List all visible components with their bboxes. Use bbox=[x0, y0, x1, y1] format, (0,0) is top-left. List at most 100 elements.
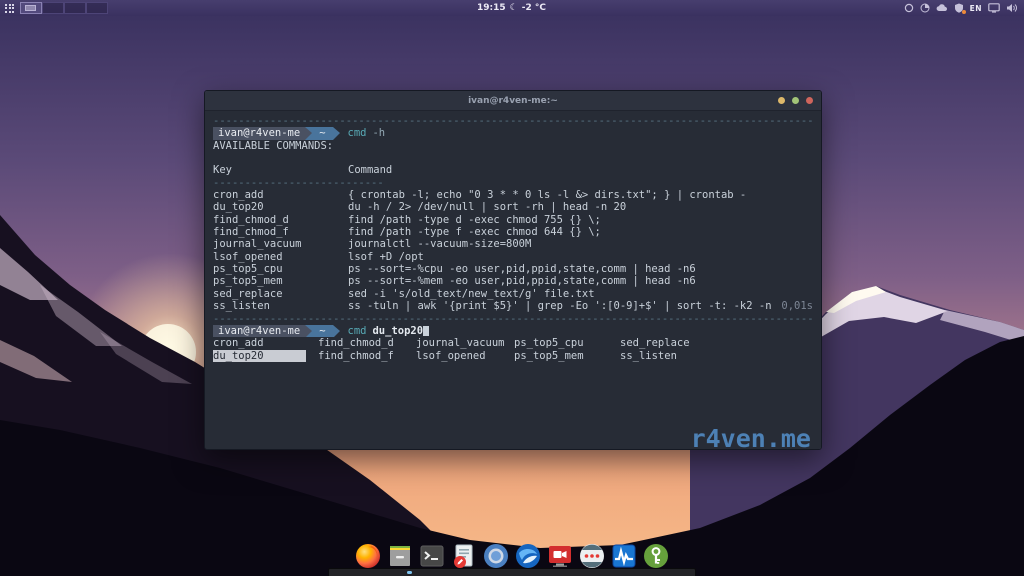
weather-temperature[interactable]: -2 °C bbox=[522, 3, 546, 13]
system-monitor-icon[interactable] bbox=[611, 543, 637, 569]
powerline-arrow-icon bbox=[305, 325, 312, 337]
workspace-1[interactable] bbox=[20, 2, 42, 14]
row-command: journalctl --vacuum-size=800M bbox=[348, 238, 531, 250]
applications-menu-icon[interactable] bbox=[5, 4, 14, 13]
command-arg-typed: du_top20 bbox=[372, 325, 423, 337]
firefox-icon[interactable] bbox=[355, 543, 381, 569]
file-manager-icon[interactable] bbox=[387, 543, 413, 569]
command-name: cmd bbox=[348, 127, 367, 139]
row-command: find /path -type d -exec chmod 755 {} \; bbox=[348, 214, 601, 226]
completion-item-selected[interactable]: du_top20 bbox=[213, 350, 306, 362]
powerline-arrow-icon bbox=[305, 127, 312, 139]
chromium-icon[interactable] bbox=[483, 543, 509, 569]
row-command: ps --sort=-%cpu -eo user,pid,ppid,state,… bbox=[348, 263, 696, 275]
table-row: journal_vacuumjournalctl --vacuum-size=8… bbox=[213, 238, 813, 250]
row-key: sed_replace bbox=[213, 288, 348, 300]
minimize-button[interactable] bbox=[778, 97, 785, 104]
row-key: du_top20 bbox=[213, 201, 348, 213]
command-header: Command bbox=[348, 164, 392, 176]
close-button[interactable] bbox=[806, 97, 813, 104]
completion-item[interactable]: ps_top5_cpu bbox=[514, 337, 620, 349]
dock bbox=[0, 536, 1024, 576]
terminal-content[interactable]: ----------------------------------------… bbox=[205, 111, 821, 450]
dock-shelf bbox=[328, 568, 696, 576]
keyboard-layout-indicator[interactable]: EN bbox=[970, 4, 982, 13]
prompt-path: ~ bbox=[312, 325, 332, 337]
powerline-arrow-icon bbox=[333, 325, 340, 337]
table-row: lsof_openedlsof +D /opt bbox=[213, 251, 813, 263]
security-icon[interactable] bbox=[954, 3, 964, 13]
completion-item[interactable]: find_chmod_d bbox=[318, 337, 416, 349]
row-command: find /path -type f -exec chmod 644 {} \; bbox=[348, 226, 601, 238]
row-key: ps_top5_cpu bbox=[213, 263, 348, 275]
workspace-3[interactable] bbox=[64, 2, 86, 14]
row-key: cron_add bbox=[213, 189, 348, 201]
completion-item[interactable]: lsof_opened bbox=[416, 350, 514, 362]
terminal-window: ivan@r4ven-me:~ ------------------------… bbox=[204, 90, 822, 450]
clock-widget[interactable]: 19:15 ☾ -2 °C bbox=[477, 3, 546, 13]
blank-line bbox=[213, 152, 813, 164]
prompt-path: ~ bbox=[312, 127, 332, 139]
maximize-button[interactable] bbox=[792, 97, 799, 104]
command-arg: -h bbox=[372, 127, 385, 139]
text-cursor bbox=[423, 326, 429, 336]
cloud-sync-icon[interactable] bbox=[936, 3, 948, 13]
prompt-line-2[interactable]: ivan@r4ven-me ~ cmd du_top20 bbox=[213, 325, 813, 337]
output-header: AVAILABLE COMMANDS: bbox=[213, 140, 813, 152]
row-key: ps_top5_mem bbox=[213, 275, 348, 287]
updates-icon[interactable] bbox=[904, 3, 914, 13]
workspace-4[interactable] bbox=[86, 2, 108, 14]
system-tray: EN bbox=[546, 3, 1024, 13]
row-command: sed -i 's/old_text/new_text/g' file.txt bbox=[348, 288, 595, 300]
terminal-app-icon[interactable] bbox=[419, 543, 445, 569]
key-header: Key bbox=[213, 164, 348, 176]
clock[interactable]: 19:15 bbox=[477, 3, 506, 13]
row-key: find_chmod_f bbox=[213, 226, 348, 238]
command-name: cmd bbox=[348, 325, 367, 337]
table-row: cron_add{ crontab -l; echo "0 3 * * 0 ls… bbox=[213, 189, 813, 201]
completion-item[interactable]: find_chmod_f bbox=[318, 350, 416, 362]
thunderbird-icon[interactable] bbox=[515, 543, 541, 569]
text-editor-icon[interactable] bbox=[451, 543, 477, 569]
disk-usage-icon[interactable] bbox=[920, 3, 930, 13]
prompt-user: ivan@r4ven-me bbox=[213, 127, 305, 139]
table-row: du_top20du -h / 2> /dev/null | sort -rh … bbox=[213, 201, 813, 213]
display-icon[interactable] bbox=[988, 3, 1000, 13]
completion-item[interactable]: sed_replace bbox=[620, 337, 690, 349]
row-key: ss_listen bbox=[213, 300, 348, 312]
command-duration: 0,01s bbox=[781, 300, 813, 312]
row-command: du -h / 2> /dev/null | sort -rh | head -… bbox=[348, 201, 626, 213]
terminal-title: ivan@r4ven-me:~ bbox=[205, 96, 821, 106]
header-underline: --------------------------- bbox=[213, 177, 388, 189]
table-header-row: KeyCommand bbox=[213, 164, 813, 176]
separator-line: ----------------------------------------… bbox=[213, 313, 813, 325]
completion-item[interactable]: cron_add bbox=[213, 337, 318, 349]
row-key: journal_vacuum bbox=[213, 238, 348, 250]
workspace-2[interactable] bbox=[42, 2, 64, 14]
separator-line: ----------------------------------------… bbox=[213, 115, 813, 127]
keepassxc-icon[interactable] bbox=[643, 543, 669, 569]
watermark: r4ven.me bbox=[691, 433, 811, 445]
row-key: find_chmod_d bbox=[213, 214, 348, 226]
volume-icon[interactable] bbox=[1006, 3, 1018, 13]
completion-item[interactable]: ps_top5_mem bbox=[514, 350, 620, 362]
completion-row: cron_addfind_chmod_djournal_vacuumps_top… bbox=[213, 337, 813, 349]
notification-badge bbox=[962, 10, 966, 14]
table-row: ps_top5_memps --sort=-%mem -eo user,pid,… bbox=[213, 275, 813, 287]
table-row: ps_top5_cpups --sort=-%cpu -eo user,pid,… bbox=[213, 263, 813, 275]
row-key: lsof_opened bbox=[213, 251, 348, 263]
completion-item[interactable]: ss_listen bbox=[620, 350, 677, 362]
top-panel: 19:15 ☾ -2 °C EN bbox=[0, 0, 1024, 16]
row-command: { crontab -l; echo "0 3 * * 0 ls -l &> d… bbox=[348, 189, 746, 201]
terminal-titlebar[interactable]: ivan@r4ven-me:~ bbox=[205, 91, 821, 111]
completion-item[interactable]: journal_vacuum bbox=[416, 337, 514, 349]
table-row: ss_listenss -tuln | awk '{print $5}' | g… bbox=[213, 300, 813, 312]
workspace-switcher[interactable] bbox=[20, 2, 108, 14]
desktop: 19:15 ☾ -2 °C EN bbox=[0, 0, 1024, 576]
table-row: find_chmod_ffind /path -type f -exec chm… bbox=[213, 226, 813, 238]
prompt-user: ivan@r4ven-me bbox=[213, 325, 305, 337]
backup-app-icon[interactable] bbox=[579, 543, 605, 569]
completion-row: du_top20 find_chmod_flsof_openedps_top5_m… bbox=[213, 350, 813, 362]
screen-recorder-icon[interactable] bbox=[547, 543, 573, 569]
row-command: ss -tuln | awk '{print $5}' | grep -Eo '… bbox=[348, 300, 772, 312]
